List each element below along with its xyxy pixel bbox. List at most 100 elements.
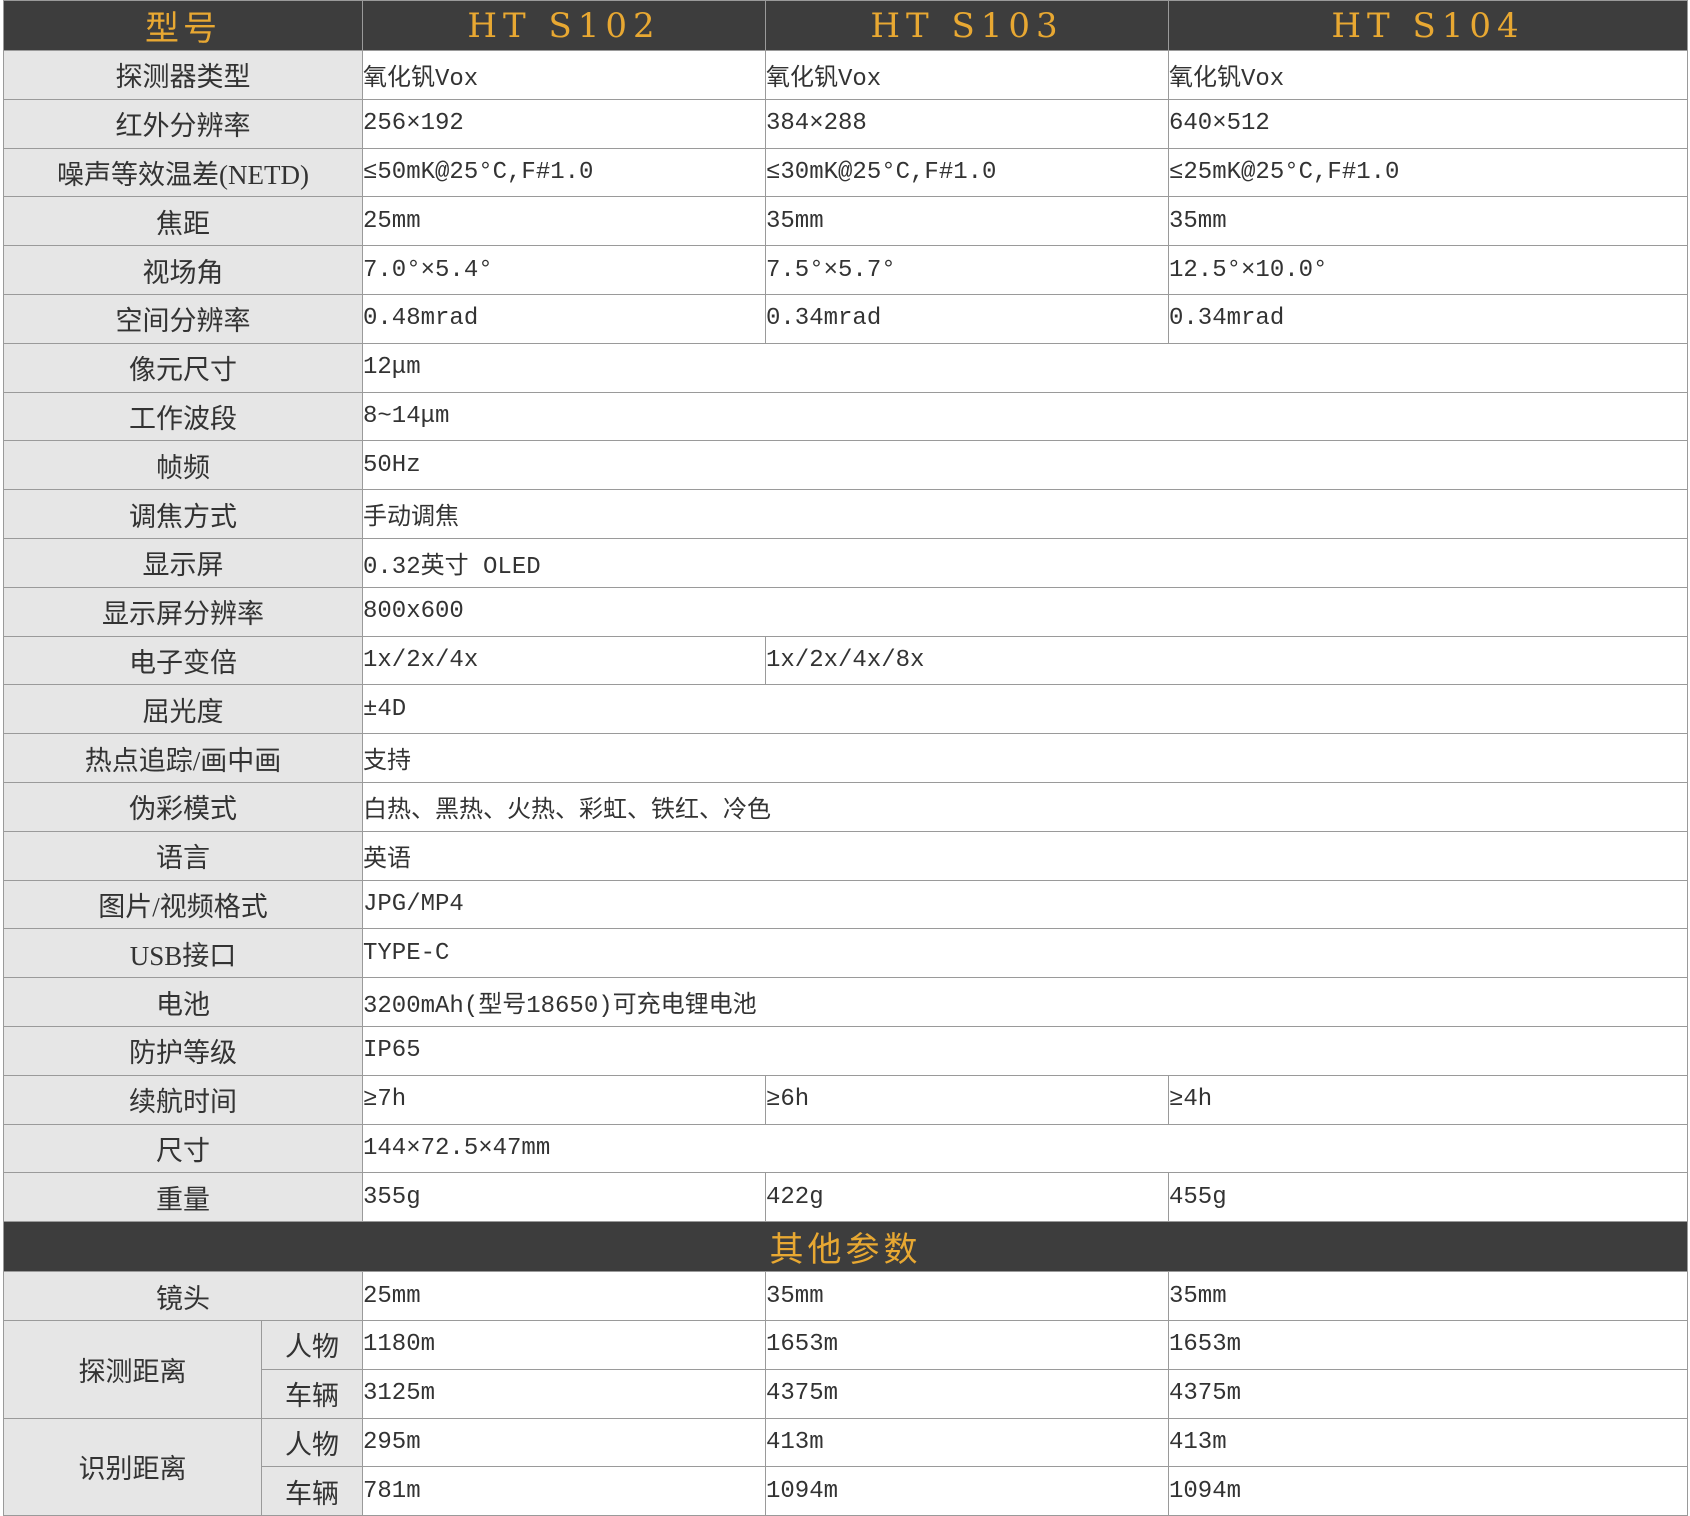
row-language: 语言 英语 (3, 830, 1688, 881)
cell-s104: 12.5°×10.0° (1168, 245, 1688, 295)
model-s104: HT S104 (1168, 0, 1688, 51)
row-label: 镜头 (3, 1271, 363, 1321)
row-battery: 电池 3200mAh(型号18650)可充电锂电池 (3, 977, 1688, 1027)
cell-all: JPG/MP4 (362, 879, 1688, 930)
cell-s103: 4375m (765, 1368, 1169, 1419)
row-label: 红外分辨率 (3, 98, 363, 149)
sub-label-vehicle: 车辆 (261, 1466, 363, 1516)
row-focus: 调焦方式 手动调焦 (3, 489, 1688, 539)
sub-label-person: 人物 (261, 1417, 363, 1468)
cell-s103: 384×288 (765, 98, 1169, 149)
cell-all: 8~14μm (362, 391, 1688, 442)
row-label: 伪彩模式 (3, 781, 363, 832)
cell-s104: 4375m (1168, 1368, 1688, 1419)
row-label: 屈光度 (3, 684, 363, 735)
cell-s102: 氧化钒Vox (362, 50, 766, 100)
cell-s102: 25mm (362, 1271, 766, 1321)
row-label: 电池 (3, 977, 363, 1027)
model-s103: HT S103 (765, 0, 1169, 51)
row-zoom: 电子变倍 1x/2x/4x 1x/2x/4x/8x (3, 635, 1688, 686)
cell-all: ±4D (362, 684, 1688, 735)
cell-s102: 3125m (362, 1368, 766, 1419)
cell-s104: 35mm (1168, 1271, 1688, 1321)
cell-s104: 35mm (1168, 196, 1688, 247)
cell-all: TYPE-C (362, 928, 1688, 979)
row-weight: 重量 355g 422g 455g (3, 1172, 1688, 1223)
row-label: 重量 (3, 1172, 363, 1223)
row-label: 噪声等效温差(NETD) (3, 147, 363, 198)
cell-all: 支持 (362, 733, 1688, 783)
cell-s104: ≤25mK@25°C,F#1.0 (1168, 147, 1688, 198)
cell-s104: 0.34mrad (1168, 293, 1688, 344)
row-hotspot: 热点追踪/画中画 支持 (3, 733, 1688, 783)
cell-s102: 7.0°×5.4° (362, 245, 766, 295)
cell-s103: 422g (765, 1172, 1169, 1223)
row-recognition-person: 识别距离 人物 295m 413m 413m (3, 1417, 1688, 1516)
cell-all: 144×72.5×47mm (362, 1123, 1688, 1174)
row-lens: 镜头 25mm 35mm 35mm (3, 1271, 1688, 1321)
row-label-recognition: 识别距离 (3, 1417, 262, 1516)
spec-table: 型号 HT S102 HT S103 HT S104 探测器类型 氧化钒Vox … (3, 0, 1688, 1516)
row-label: 语言 (3, 830, 363, 881)
cell-all: 50Hz (362, 440, 1688, 491)
row-label: 显示屏 (3, 537, 363, 588)
cell-s103: 0.34mrad (765, 293, 1169, 344)
cell-s102: ≤50mK@25°C,F#1.0 (362, 147, 766, 198)
cell-s104: 455g (1168, 1172, 1688, 1223)
row-netd: 噪声等效温差(NETD) ≤50mK@25°C,F#1.0 ≤30mK@25°C… (3, 147, 1688, 198)
row-pixel-size: 像元尺寸 12μm (3, 342, 1688, 393)
cell-s102: 781m (362, 1466, 766, 1516)
row-label: USB接口 (3, 928, 363, 979)
row-diopter: 屈光度 ±4D (3, 684, 1688, 735)
row-label: 空间分辨率 (3, 293, 363, 344)
cell-s103: 35mm (765, 1271, 1169, 1321)
row-label: 调焦方式 (3, 489, 363, 539)
cell-s102: 355g (362, 1172, 766, 1223)
cell-all: 白热、黑热、火热、彩虹、铁红、冷色 (362, 781, 1688, 832)
row-label: 工作波段 (3, 391, 363, 442)
cell-s103: ≥6h (765, 1074, 1169, 1125)
cell-s104: 413m (1168, 1417, 1688, 1468)
cell-all: 0.32英寸 OLED (362, 537, 1688, 588)
cell-s103: 7.5°×5.7° (765, 245, 1169, 295)
cell-s102: 1x/2x/4x (362, 635, 766, 686)
cell-s102: ≥7h (362, 1074, 766, 1125)
cell-s103: 1653m (765, 1319, 1169, 1370)
header-row: 型号 HT S102 HT S103 HT S104 (3, 0, 1688, 51)
row-frame-rate: 帧频 50Hz (3, 440, 1688, 491)
row-label: 探测器类型 (3, 50, 363, 100)
cell-s104: ≥4h (1168, 1074, 1688, 1125)
row-label: 尺寸 (3, 1123, 363, 1174)
cell-all: 3200mAh(型号18650)可充电锂电池 (362, 977, 1688, 1027)
row-band: 工作波段 8~14μm (3, 391, 1688, 442)
row-formats: 图片/视频格式 JPG/MP4 (3, 879, 1688, 930)
row-protection: 防护等级 IP65 (3, 1025, 1688, 1076)
sub-label-person: 人物 (261, 1319, 363, 1370)
cell-all: 英语 (362, 830, 1688, 881)
row-label: 视场角 (3, 245, 363, 295)
row-label: 像元尺寸 (3, 342, 363, 393)
row-label: 焦距 (3, 196, 363, 247)
cell-s104: 640×512 (1168, 98, 1688, 149)
cell-s103: 35mm (765, 196, 1169, 247)
row-size: 尺寸 144×72.5×47mm (3, 1123, 1688, 1174)
row-palettes: 伪彩模式 白热、黑热、火热、彩虹、铁红、冷色 (3, 781, 1688, 832)
model-s102: HT S102 (362, 0, 766, 51)
cell-all: 12μm (362, 342, 1688, 393)
section-header-other: 其他参数 (3, 1221, 1688, 1273)
cell-s102: 1180m (362, 1319, 766, 1370)
section-title: 其他参数 (3, 1221, 1688, 1273)
cell-all: 手动调焦 (362, 489, 1688, 539)
cell-all: 800x600 (362, 586, 1688, 637)
row-label: 电子变倍 (3, 635, 363, 686)
row-label-detection: 探测距离 (3, 1319, 262, 1419)
row-display: 显示屏 0.32英寸 OLED (3, 537, 1688, 588)
cell-s104: 氧化钒Vox (1168, 50, 1688, 100)
row-display-resolution: 显示屏分辨率 800x600 (3, 586, 1688, 637)
row-label: 防护等级 (3, 1025, 363, 1076)
row-ir-resolution: 红外分辨率 256×192 384×288 640×512 (3, 98, 1688, 149)
cell-s102: 256×192 (362, 98, 766, 149)
cell-s104: 1653m (1168, 1319, 1688, 1370)
cell-s103: 1094m (765, 1466, 1169, 1516)
cell-s102: 0.48mrad (362, 293, 766, 344)
